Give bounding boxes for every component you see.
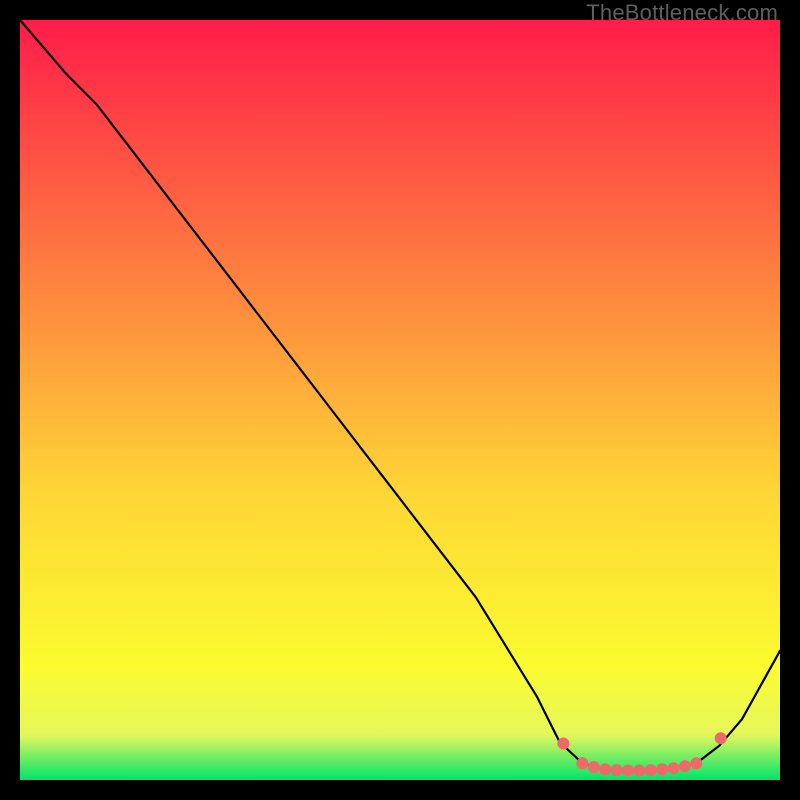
optimal-marker (622, 765, 634, 777)
optimal-marker (690, 757, 702, 769)
bottleneck-chart (20, 20, 780, 780)
optimal-marker (599, 763, 611, 775)
optimal-marker (668, 762, 680, 774)
watermark-text: TheBottleneck.com (586, 0, 778, 26)
optimal-marker (656, 763, 668, 775)
optimal-marker (557, 738, 569, 750)
optimal-marker (611, 764, 623, 776)
optimal-marker (633, 765, 645, 777)
optimal-marker (679, 760, 691, 772)
optimal-marker (645, 764, 657, 776)
chart-frame (20, 20, 780, 780)
gradient-background (20, 20, 780, 780)
optimal-marker (715, 732, 727, 744)
optimal-marker (588, 761, 600, 773)
optimal-marker (576, 757, 588, 769)
